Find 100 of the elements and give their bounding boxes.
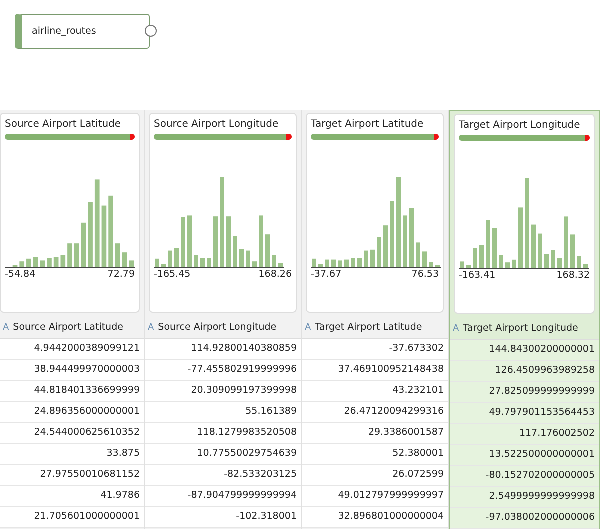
histogram-bar [332,260,336,267]
table-cell: 26.47120094299316 [302,402,448,423]
table-cell: 52.380001 [302,444,448,465]
histogram-bar [370,250,375,267]
table-cell: 29.3386001587 [302,423,448,444]
histogram-bar [81,222,86,267]
column-profile-card[interactable]: Source Airport Latitude -54.84 72.79 [0,113,140,313]
histogram-bar [403,216,408,267]
histogram-bar [259,216,264,267]
table-cell: 55.161389 [145,402,301,423]
histogram-bar [538,234,542,268]
table-cell: 24.544000625610352 [0,423,144,444]
histogram-bar [318,264,323,267]
histogram-bar [88,202,93,267]
histogram-bar [200,258,205,267]
invalid-segment [130,134,135,140]
range-min: -163.41 [459,270,496,281]
table-cell: 13.522500000000001 [450,445,599,466]
histogram-bar [194,255,198,267]
histogram-bar [278,263,283,267]
histogram-bar [246,250,250,267]
column-profile-card[interactable]: Source Airport Longitude -165.45 168.26 [149,113,297,313]
histogram-bar [20,262,25,267]
column-profile-card[interactable]: Target Airport Latitude -37.67 76.53 [306,113,444,313]
histogram-bar [129,260,134,267]
histogram-bar [155,258,160,267]
range-max: 168.32 [556,270,590,281]
histogram-bar [40,260,46,267]
table-cell: 4.9442000389099121 [0,339,144,360]
table-cell: 41.9786 [0,486,144,507]
table-cell: -80.152702000000005 [450,466,599,487]
table-cell: 10.77550029754639 [145,444,301,465]
histogram-bar [486,220,490,268]
histogram-bar [312,258,316,267]
histogram-bar [390,201,394,267]
table-cell: 118.1279983520508 [145,423,301,444]
table-cell: 33.875 [0,444,144,465]
histogram-bar [54,257,59,267]
histogram-bar [416,242,420,267]
table-cell: -102.318001 [145,507,301,528]
text-type-icon: A [3,322,10,332]
histogram-bar [60,255,66,267]
range-max: 168.26 [258,269,292,280]
table-cell: 20.309099197399998 [145,381,301,402]
output-port[interactable] [145,25,157,37]
range-min: -54.84 [5,269,36,280]
histogram-bar [207,258,212,267]
table-cell: 21.705601000000001 [0,507,144,528]
histogram-bar [384,226,388,267]
histogram-bar [102,206,107,267]
histogram-bar [473,248,478,268]
histogram-bar [506,262,510,268]
histogram-bar [47,258,52,267]
table-cell: 38.944499970000003 [0,360,144,381]
histogram-bar [429,262,434,267]
table-cell: 49.797901153564453 [450,403,599,424]
histogram-bar [266,234,270,267]
histogram-bar [358,258,362,267]
range-max: 72.79 [108,269,135,280]
histogram-bar [518,208,523,268]
histogram-bar [188,216,192,267]
histogram-bar [410,208,414,267]
table-cell: 44.818401336699999 [0,381,144,402]
histogram-bar [325,260,330,267]
histogram-bar [108,196,114,267]
column-profile-card[interactable]: Target Airport Longitude -163.41 168.32 [454,114,595,314]
table-cell: -37.673302 [302,339,448,360]
histogram-bar [570,234,575,268]
histogram-bar [252,262,257,267]
histogram-bar [577,256,582,268]
column-title: Source Airport Longitude [154,119,280,130]
histogram-bar [74,244,80,267]
histogram-bar [499,255,504,268]
histogram-bar [584,264,588,268]
invalid-segment [286,134,292,140]
histogram-bar [68,244,72,267]
histogram-bar [558,258,562,268]
histogram-bar [480,246,484,268]
histogram-bar [233,236,238,267]
range-min: -165.45 [154,269,191,280]
table-cell: 144.84300200000001 [450,340,599,361]
table-cell: 49.012797999999997 [302,486,448,507]
table-cell: -77.455802919999996 [145,360,301,381]
histogram-bar [344,260,349,267]
table-cell: 27.825099999999999 [450,382,599,403]
table-cell: 32.896801000000004 [302,507,448,528]
invalid-segment [584,135,590,141]
histogram-bar [492,228,497,268]
table-cell: -87.904799999999994 [145,486,301,507]
histogram-bar [351,258,356,267]
histogram-bar [162,264,166,267]
histogram-bar [240,249,244,267]
table-cell: 26.072599 [302,465,448,486]
histogram-bar [122,252,128,267]
histogram-bar [460,262,464,268]
histogram-bar [377,237,382,267]
histogram-bar [512,260,516,268]
table-cell: -97.038002000000006 [450,508,599,529]
histogram-bar [564,216,568,268]
histogram-bar [272,255,276,267]
